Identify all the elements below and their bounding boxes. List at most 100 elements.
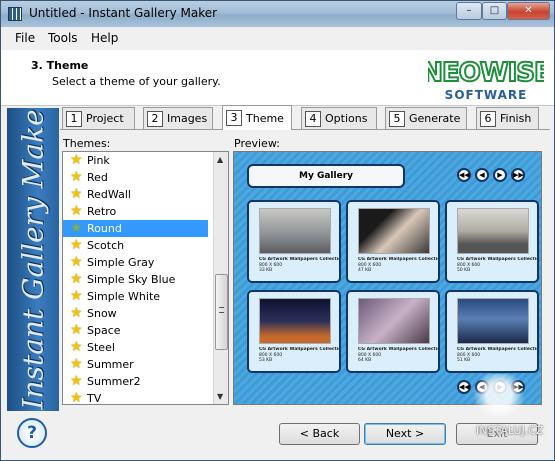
caption-kb: 64 KB	[358, 358, 372, 363]
star-icon: ★	[70, 356, 83, 372]
title-bar[interactable]: Untitled - Instant Gallery Maker – □ ✕	[1, 1, 554, 27]
preview-thumbnail	[259, 298, 331, 344]
tab-number: 3	[226, 110, 242, 126]
theme-list-item[interactable]: ★ Summer	[63, 356, 228, 373]
caption-kb: 47 KB	[358, 268, 372, 273]
tab-label: Images	[167, 112, 208, 125]
close-button[interactable]: ✕	[507, 2, 550, 20]
star-icon: ★	[70, 254, 83, 270]
minimize-button[interactable]: –	[456, 2, 482, 20]
caption-title: CG Artwork Wallpapers Collection 3 07	[358, 257, 438, 262]
tab-options[interactable]: 4 Options	[301, 107, 377, 129]
theme-list-item[interactable]: ★ TV	[63, 390, 228, 405]
caption-title: CG Artwork Wallpapers Collection 3 08	[457, 257, 537, 262]
menu-file[interactable]: File	[15, 31, 35, 45]
theme-name: Pink	[87, 154, 110, 167]
preview-card: CG Artwork Wallpapers Collection 3 10800…	[346, 290, 440, 373]
tab-number: 2	[147, 110, 163, 127]
maximize-button[interactable]: □	[482, 2, 507, 20]
theme-list-item[interactable]: ★ Scotch	[63, 237, 228, 254]
star-icon: ★	[70, 169, 83, 185]
preview-caption: CG Artwork Wallpapers Collection 3 10800…	[358, 347, 438, 364]
theme-list-item[interactable]: ★ Simple White	[63, 288, 228, 305]
tab-label: Options	[325, 112, 368, 125]
preview-caption: CG Artwork Wallpapers Collection 3 09800…	[259, 347, 339, 364]
tab-theme[interactable]: 3 Theme	[222, 105, 292, 130]
preview-caption: CG Artwork Wallpapers Collection 3 06800…	[259, 257, 339, 274]
theme-name: Summer	[87, 358, 134, 371]
scroll-down-icon[interactable]: ▼	[217, 392, 223, 401]
themes-scrollbar[interactable]: ▲ ▼	[213, 152, 228, 404]
theme-name: Snow	[87, 307, 117, 320]
preview-thumbnail	[457, 208, 529, 254]
help-button[interactable]: ?	[17, 418, 47, 448]
logo-text-top: NEOWISE	[428, 58, 544, 88]
star-icon: ★	[70, 186, 83, 202]
menu-tools[interactable]: Tools	[48, 31, 78, 45]
caption-title: CG Artwork Wallpapers Collection 3 09	[259, 347, 339, 352]
app-icon	[8, 7, 22, 21]
tab-generate[interactable]: 5 Generate	[385, 107, 467, 129]
theme-list-item[interactable]: ★ Steel	[63, 339, 228, 356]
watermark-text: INSTALUJ.CZ	[476, 424, 544, 437]
tab-label: Project	[86, 112, 124, 125]
watermark-shape	[469, 374, 529, 416]
theme-preview: My Gallery ◀◀ ◀ ▶ ▶▶ CG Artwork Wallpape…	[233, 151, 542, 405]
window-title: Untitled - Instant Gallery Maker	[29, 6, 218, 20]
first-page-icon: ◀◀	[457, 168, 471, 182]
scrollbar-thumb[interactable]	[215, 274, 228, 350]
caption-kb: 53 KB	[259, 358, 273, 363]
tab-label: Theme	[246, 111, 284, 125]
tab-label: Finish	[500, 112, 532, 125]
preview-thumbnail	[457, 298, 529, 344]
themes-label: Themes:	[63, 137, 111, 150]
last-page-icon: ▶▶	[511, 168, 525, 182]
theme-list-item[interactable]: ★ Pink	[63, 152, 228, 169]
theme-list-item[interactable]: ★ Space	[63, 322, 228, 339]
preview-caption: CG Artwork Wallpapers Collection 3 11800…	[457, 347, 537, 364]
theme-name: Simple White	[87, 290, 161, 303]
theme-list-item[interactable]: ★ Red	[63, 169, 228, 186]
star-icon: ★	[70, 271, 83, 287]
next-button[interactable]: Next >	[364, 423, 446, 445]
tab-images[interactable]: 2 Images	[143, 107, 213, 129]
preview-thumbnail	[259, 208, 331, 254]
preview-card: CG Artwork Wallpapers Collection 3 06800…	[247, 200, 341, 283]
preview-thumbnail	[358, 298, 430, 344]
tab-finish[interactable]: 6 Finish	[476, 107, 539, 129]
back-button[interactable]: < Back	[279, 423, 360, 445]
scroll-up-icon[interactable]: ▲	[217, 155, 223, 164]
tab-number: 1	[66, 110, 82, 127]
caption-kb: 50 KB	[457, 268, 471, 273]
theme-list-item[interactable]: ★ Retro	[63, 203, 228, 220]
theme-name: TV	[87, 392, 102, 405]
tab-number: 6	[480, 110, 496, 127]
tab-label: Generate	[409, 112, 461, 125]
theme-list-item[interactable]: ★ Simple Gray	[63, 254, 228, 271]
menu-help[interactable]: Help	[91, 31, 118, 45]
wizard-header: 3. Theme Select a theme of your gallery.…	[1, 50, 554, 106]
theme-list-item[interactable]: ★ Simple Sky Blue	[63, 271, 228, 288]
preview-card: CG Artwork Wallpapers Collection 3 11800…	[445, 290, 539, 373]
themes-list[interactable]: ★ Pink ★ Red ★ RedWall ★ Retro ★ Round ★ Scotch ★ Sim…	[62, 151, 229, 405]
tab-project[interactable]: 1 Project	[62, 107, 135, 129]
logo-text-bottom: SOFTWARE	[445, 88, 528, 102]
preview-card: CG Artwork Wallpapers Collection 3 08800…	[445, 200, 539, 283]
sidebar-banner-text: Instant Gallery Maker	[16, 108, 50, 409]
star-icon: ★	[70, 339, 83, 355]
star-icon: ★	[70, 305, 83, 321]
preview-card: CG Artwork Wallpapers Collection 3 07800…	[346, 200, 440, 283]
star-icon: ★	[70, 288, 83, 304]
theme-list-item[interactable]: ★ Round	[63, 220, 208, 237]
theme-list-item[interactable]: ★ Summer2	[63, 373, 228, 390]
gallery-title: My Gallery	[247, 164, 405, 188]
star-icon: ★	[70, 203, 83, 219]
theme-list-item[interactable]: ★ Snow	[63, 305, 228, 322]
preview-caption: CG Artwork Wallpapers Collection 3 07800…	[358, 257, 438, 274]
theme-list-item[interactable]: ★ RedWall	[63, 186, 228, 203]
neowise-logo: NEOWISE SOFTWARE	[428, 57, 544, 102]
star-icon: ★	[70, 152, 83, 168]
step-title: 3. Theme	[31, 59, 89, 72]
preview-caption: CG Artwork Wallpapers Collection 3 08800…	[457, 257, 537, 274]
theme-name: Summer2	[87, 375, 141, 388]
